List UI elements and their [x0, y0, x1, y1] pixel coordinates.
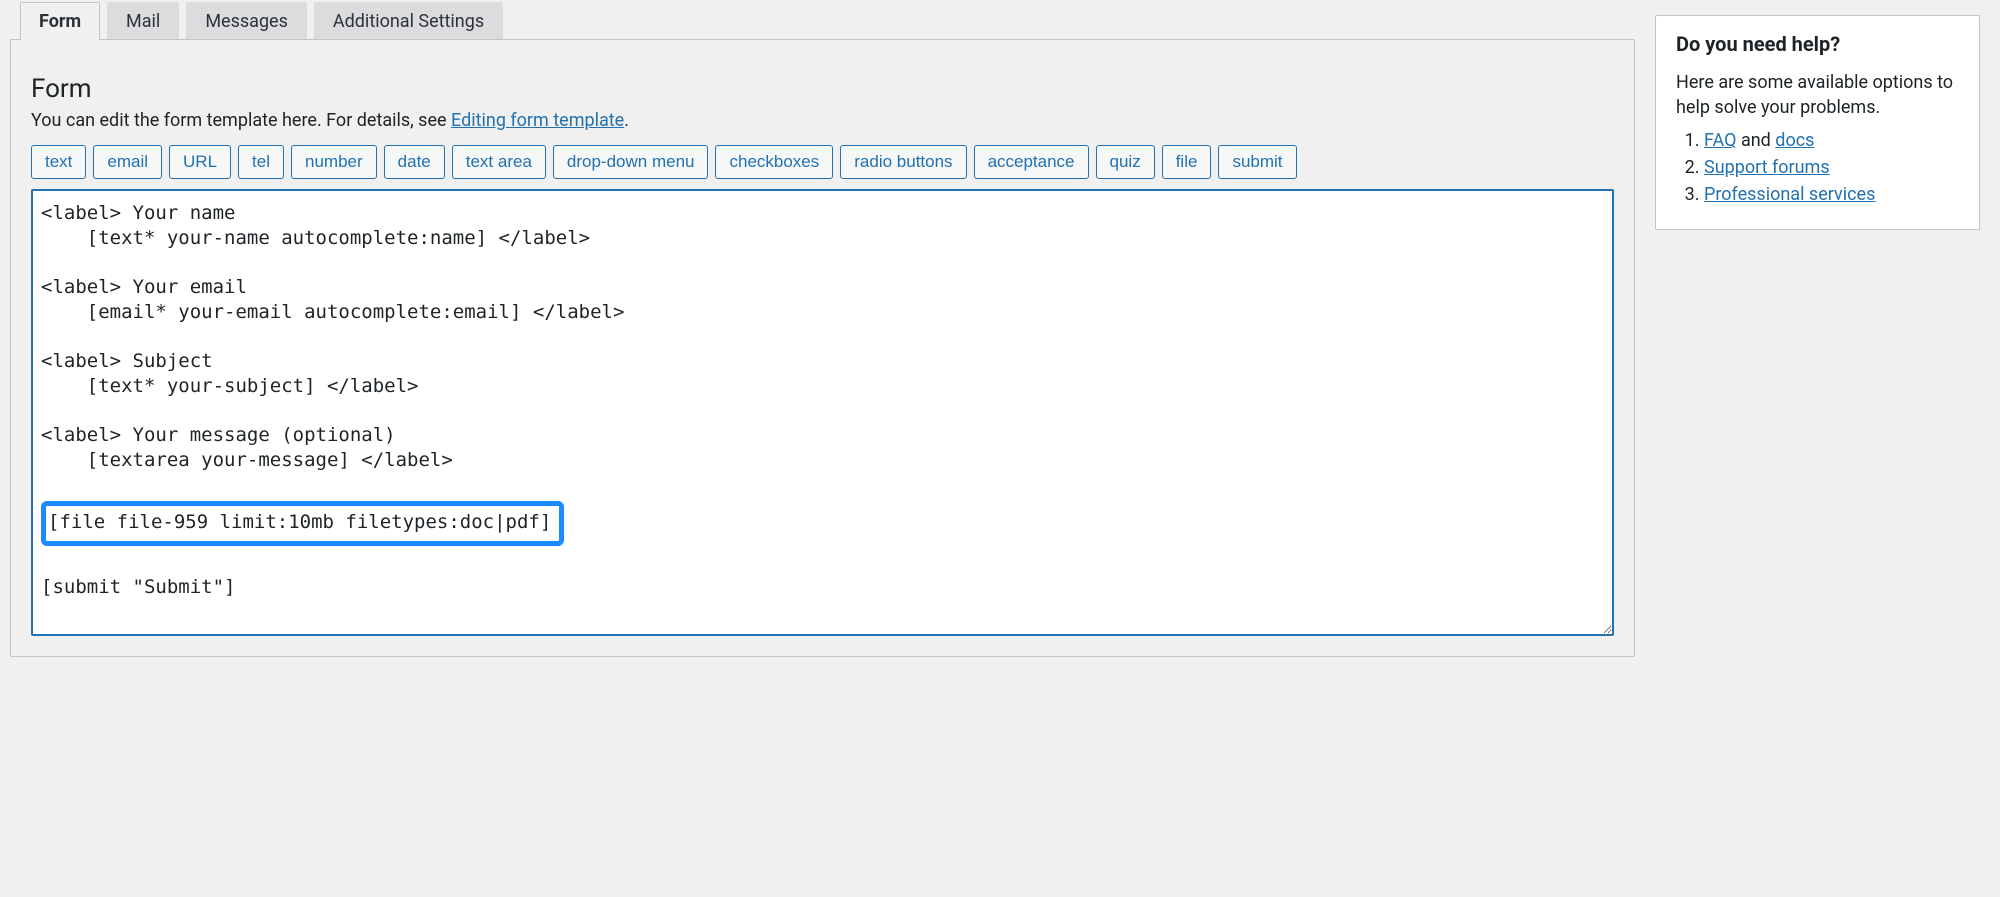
panel-description: You can edit the form template here. For…	[31, 110, 1614, 131]
help-list: FAQ and docs Support forums Professional…	[1676, 130, 1959, 205]
tag-url-button[interactable]: URL	[169, 145, 231, 179]
tag-text-button[interactable]: text	[31, 145, 86, 179]
code-line: [submit "Submit"]	[41, 575, 1604, 600]
help-title: Do you need help?	[1676, 32, 1959, 56]
code-line: <label> Subject	[41, 349, 1604, 374]
code-line	[41, 324, 1604, 349]
support-forums-link[interactable]: Support forums	[1704, 157, 1830, 178]
tag-file-button[interactable]: file	[1162, 145, 1212, 179]
code-line: <label> Your message (optional)	[41, 423, 1604, 448]
form-template-editor[interactable]: <label> Your name [text* your-name autoc…	[31, 189, 1614, 636]
tag-tel-button[interactable]: tel	[238, 145, 284, 179]
tab-messages[interactable]: Messages	[186, 2, 307, 40]
panel-heading: Form	[31, 74, 1614, 104]
form-panel: Form You can edit the form template here…	[10, 39, 1635, 657]
code-line	[41, 250, 1604, 275]
tag-number-button[interactable]: number	[291, 145, 377, 179]
tag-quiz-button[interactable]: quiz	[1096, 145, 1155, 179]
code-line	[41, 399, 1604, 424]
tag-acceptance-button[interactable]: acceptance	[974, 145, 1089, 179]
help-intro: Here are some available options to help …	[1676, 70, 1959, 120]
tag-submit-button[interactable]: submit	[1218, 145, 1296, 179]
help-box: Do you need help? Here are some availabl…	[1655, 15, 1980, 230]
editing-template-link[interactable]: Editing form template	[451, 110, 624, 131]
code-line: <label> Your name	[41, 201, 1604, 226]
tag-buttons-row: text email URL tel number date text area…	[31, 145, 1614, 179]
help-item-faq: FAQ and docs	[1704, 130, 1959, 151]
code-line	[41, 599, 1604, 624]
docs-link[interactable]: docs	[1775, 130, 1814, 151]
faq-link[interactable]: FAQ	[1704, 130, 1736, 151]
highlighted-file-tag: [file file-959 limit:10mb filetypes:doc|…	[41, 501, 564, 546]
code-line: [text* your-subject] </label>	[41, 374, 1604, 399]
tag-radio-button[interactable]: radio buttons	[840, 145, 966, 179]
tag-email-button[interactable]: email	[93, 145, 162, 179]
code-line: [text* your-name autocomplete:name] </la…	[41, 226, 1604, 251]
tab-form[interactable]: Form	[20, 2, 100, 41]
help-item-forums: Support forums	[1704, 157, 1959, 178]
code-line: [email* your-email autocomplete:email] <…	[41, 300, 1604, 325]
professional-services-link[interactable]: Professional services	[1704, 184, 1875, 205]
tag-textarea-button[interactable]: text area	[452, 145, 546, 179]
tag-checkboxes-button[interactable]: checkboxes	[715, 145, 833, 179]
code-line: <label> Your email	[41, 275, 1604, 300]
tabs-bar: Form Mail Messages Additional Settings	[10, 2, 1635, 40]
tab-additional-settings[interactable]: Additional Settings	[314, 2, 503, 40]
help-item-pro: Professional services	[1704, 184, 1959, 205]
tag-dropdown-button[interactable]: drop-down menu	[553, 145, 709, 179]
code-line: [textarea your-message] </label>	[41, 448, 1604, 473]
code-line	[41, 550, 1604, 575]
code-line	[41, 473, 1604, 498]
panel-description-suffix: .	[624, 110, 629, 131]
panel-description-prefix: You can edit the form template here. For…	[31, 110, 451, 131]
help-item-faq-sep: and	[1736, 130, 1775, 151]
tab-mail[interactable]: Mail	[107, 2, 179, 40]
tag-date-button[interactable]: date	[384, 145, 445, 179]
